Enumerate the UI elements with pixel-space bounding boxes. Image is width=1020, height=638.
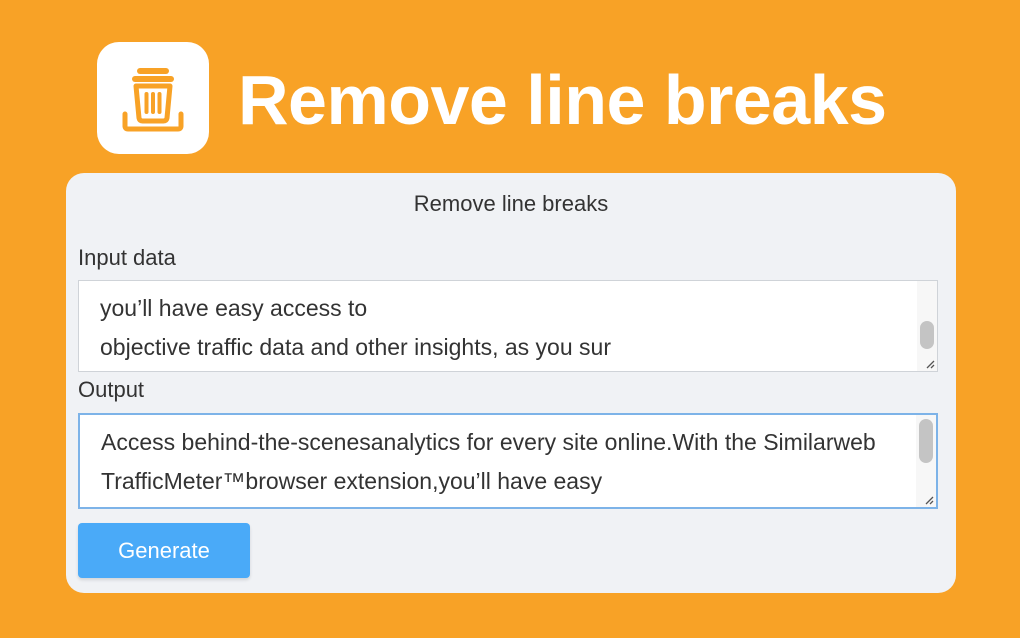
input-textarea[interactable]: you’ll have easy access to objective tra…	[78, 280, 938, 372]
output-label: Output	[78, 377, 145, 402]
trash-icon	[122, 68, 184, 132]
input-label: Input data	[78, 245, 176, 270]
resize-grip-icon[interactable]	[922, 493, 934, 505]
app-logo	[97, 42, 209, 154]
input-scroll-thumb[interactable]	[920, 321, 934, 349]
output-textarea[interactable]: Access behind-the-scenesanalytics for ev…	[78, 413, 938, 509]
input-text: you’ll have easy access to objective tra…	[100, 295, 611, 360]
output-text: Access behind-the-scenesanalytics for ev…	[101, 429, 882, 494]
resize-grip-icon[interactable]	[923, 357, 935, 369]
tool-panel: Remove line breaks Input data you’ll hav…	[66, 173, 956, 593]
generate-button[interactable]: Generate	[78, 523, 250, 578]
app-header: Remove line breaks	[0, 0, 1020, 160]
panel-title: Remove line breaks	[413, 191, 609, 216]
output-scroll-thumb[interactable]	[919, 419, 933, 463]
app-title: Remove line breaks	[238, 61, 887, 139]
